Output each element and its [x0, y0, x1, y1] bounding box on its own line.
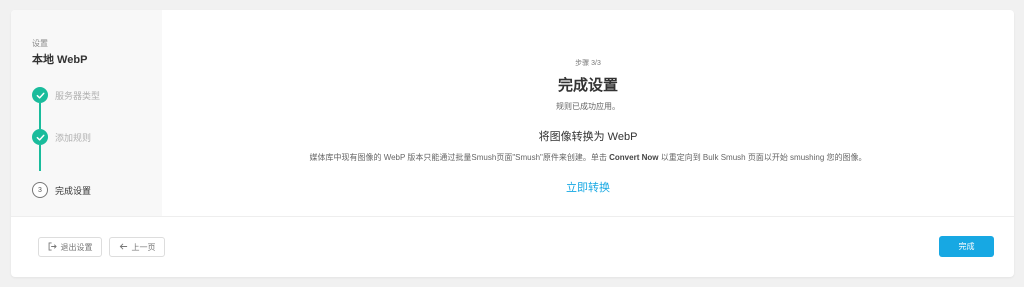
exit-setup-button[interactable]: 退出设置	[38, 237, 102, 257]
step-label: 服务器类型	[55, 90, 101, 101]
check-icon	[32, 129, 48, 145]
sidebar-title: 本地 WebP	[32, 54, 88, 66]
previous-button[interactable]: 上一页	[109, 237, 165, 257]
exit-setup-label: 退出设置	[60, 242, 93, 252]
step-server-type: 服务器类型	[32, 87, 100, 103]
wizard-main: 步骤 3/3 完成设置 规则已成功应用。 将图像转换为 WebP 媒体库中现有图…	[162, 10, 1014, 216]
setup-wizard-card: 设置 本地 WebP 服务器类型 添加规则 3 完成设置 步骤 3/3 完成设置…	[11, 10, 1014, 277]
sidebar-label: 设置	[32, 39, 48, 48]
previous-label: 上一页	[131, 242, 156, 252]
wizard-sidebar: 设置 本地 WebP 服务器类型 添加规则 3 完成设置	[11, 10, 162, 216]
step-count: 步骤 3/3	[575, 60, 601, 67]
convert-now-link[interactable]: 立即转换	[162, 179, 1014, 195]
description-strong: Convert Now	[609, 153, 659, 162]
description-text: 媒体库中现有图像的 WebP 版本只能通过批量Smush页面"Smush"原件来…	[309, 153, 610, 162]
arrow-left-icon	[119, 242, 128, 253]
section-title: 将图像转换为 WebP	[538, 131, 638, 143]
description-text: 以重定向到 Bulk Smush 页面以开始 smushing 您的图像。	[658, 153, 867, 162]
page-title: 完成设置	[557, 77, 618, 94]
step-label: 完成设置	[55, 185, 92, 196]
step-number: 3	[32, 182, 48, 198]
description: 媒体库中现有图像的 WebP 版本只能通过批量Smush页面"Smush"原件来…	[162, 152, 1014, 163]
check-icon	[32, 87, 48, 103]
finish-button[interactable]: 完成	[939, 236, 994, 257]
step-connector	[39, 103, 41, 129]
step-connector	[39, 145, 41, 171]
success-message: 规则已成功应用。	[556, 102, 620, 111]
exit-icon	[48, 241, 57, 253]
step-finish-setup: 3 完成设置	[32, 182, 91, 198]
step-add-rules: 添加规则	[32, 129, 91, 145]
step-label: 添加规则	[55, 132, 92, 143]
footer-divider	[11, 216, 1014, 217]
